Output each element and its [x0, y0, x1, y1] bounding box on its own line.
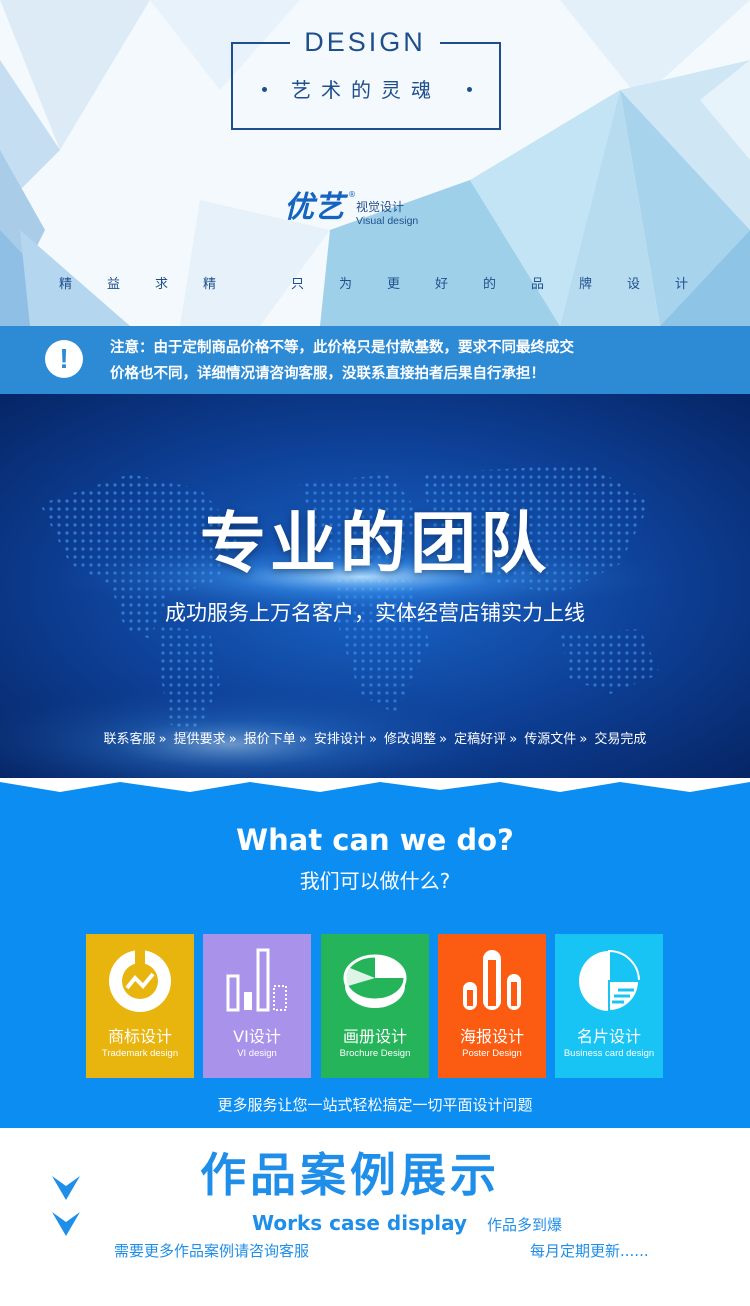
- design-subtitle: 艺术的灵魂: [291, 78, 441, 102]
- team-title: 专业的团队: [200, 505, 550, 582]
- works-title: 作品案例展示: [200, 1148, 500, 1202]
- team-subtitle: 成功服务上万名客户，实体经营店铺实力上线: [165, 601, 585, 625]
- flow-step: 安排设计: [313, 732, 366, 747]
- registered-mark: ®: [348, 190, 356, 199]
- slogan-char: 求: [155, 277, 169, 292]
- chevron-down-icon: [52, 1212, 80, 1236]
- service-card-label-en: Brochure Design: [339, 1048, 411, 1059]
- flow-step: 传源文件: [524, 732, 577, 747]
- works-section: 作品案例展示 Works case display 作品多到爆 需要更多作品案例…: [0, 1128, 750, 1306]
- service-card-poster[interactable]: 海报设计 Poster Design: [438, 934, 546, 1078]
- works-title-en: Works case display: [252, 1211, 468, 1235]
- flow-arrow-icon: »: [368, 732, 377, 747]
- service-card-label: 商标设计: [107, 1027, 172, 1046]
- design-title: DESIGN: [290, 26, 440, 58]
- notice-banner: ! 注意：由于定制商品价格不等，此价格只是付款基数，要求不同最终成交 价格也不同…: [0, 326, 750, 394]
- trademark-chart-icon: [109, 948, 171, 1012]
- service-card-trademark[interactable]: 商标设计 Trademark design: [86, 934, 194, 1078]
- service-card-label: 画册设计: [342, 1027, 407, 1046]
- world-map-dots: [0, 464, 690, 778]
- slogan-char: 为: [339, 277, 353, 292]
- services-title: What can we do?: [236, 823, 514, 857]
- flow-arrow-icon: »: [579, 732, 588, 747]
- slogan-char: 只: [291, 277, 305, 292]
- slogan-char: 好: [435, 277, 449, 292]
- service-card-label-en: VI design: [237, 1048, 277, 1059]
- service-card-label: 名片设计: [576, 1027, 641, 1046]
- notice-text-line2: 价格也不同，详细情况请咨询客服，没联系直接拍者后果自行承担！: [110, 366, 545, 382]
- service-card-vi[interactable]: VI设计 VI design: [203, 934, 311, 1078]
- service-card-label-en: Poster Design: [462, 1048, 522, 1059]
- flow-step: 提供要求: [173, 732, 226, 747]
- flow-arrow-icon: »: [509, 732, 518, 747]
- brand-name-en: Visual design: [356, 215, 419, 227]
- team-banner: 专业的团队 成功服务上万名客户，实体经营店铺实力上线 联系客服» 提供要求» 报…: [0, 394, 750, 778]
- flow-step: 修改调整: [384, 732, 437, 747]
- cylinder-chart-icon: [343, 954, 407, 1008]
- slogan-char: 品: [531, 277, 545, 292]
- flow-arrow-icon: »: [228, 732, 237, 747]
- slogan-char: 更: [387, 277, 401, 292]
- flow-step: 交易完成: [594, 732, 647, 747]
- flow-step: 联系客服: [103, 732, 156, 747]
- slogan-char: 计: [675, 277, 689, 292]
- exclamation-icon: !: [45, 340, 83, 378]
- services-more-text: 更多服务让您一站式轻松搞定一切平面设计问题: [217, 1096, 533, 1114]
- service-card-label-en: Business card design: [563, 1048, 655, 1059]
- slogan-char: 牌: [579, 277, 593, 292]
- slogan-char: 的: [483, 277, 497, 292]
- building-chart-icon: [463, 950, 521, 1010]
- brand-logo: 优艺: [284, 190, 344, 225]
- service-card-brochure[interactable]: 画册设计 Brochure Design: [321, 934, 429, 1078]
- notice-text-line1: 注意：由于定制商品价格不等，此价格只是付款基数，要求不同最终成交: [110, 340, 574, 356]
- brand-name-cn: 视觉设计: [356, 200, 405, 214]
- service-card-business-card[interactable]: 名片设计 Business card design: [555, 934, 663, 1078]
- pie-chart-icon: [579, 949, 641, 1013]
- bar-chart-icon: [226, 948, 287, 1012]
- hero-section: DESIGN 艺术的灵魂 优艺 ® 视觉设计 Visual design 精 益…: [0, 0, 750, 326]
- flow-step: 定稿好评: [454, 732, 507, 747]
- slogan-char: 精: [59, 277, 73, 292]
- flow-step: 报价下单: [243, 732, 296, 747]
- slogan-char: 益: [107, 277, 121, 292]
- chevron-down-icon: [52, 1176, 80, 1200]
- service-card-label-en: Trademark design: [101, 1048, 179, 1059]
- works-monthly-text: 每月定期更新......: [530, 1242, 649, 1260]
- services-subtitle: 我们可以做什么?: [299, 869, 451, 893]
- flow-arrow-icon: »: [158, 732, 167, 747]
- slogan-char: 设: [627, 277, 641, 292]
- flow-arrow-icon: »: [298, 732, 307, 747]
- service-flow: 联系客服» 提供要求» 报价下单» 安排设计» 修改调整» 定稿好评» 传源文件…: [0, 731, 750, 749]
- service-card-label: 海报设计: [459, 1027, 524, 1046]
- flow-arrow-icon: »: [439, 732, 448, 747]
- service-card-label: VI设计: [233, 1027, 281, 1046]
- zigzag-divider: [0, 778, 750, 792]
- services-section: What can we do? 我们可以做什么? 商标设计 Trademark …: [0, 778, 750, 1128]
- works-consult-text: 需要更多作品案例请咨询客服: [114, 1242, 310, 1260]
- works-more-text: 作品多到爆: [487, 1216, 563, 1234]
- slogan-char: 精: [203, 277, 217, 292]
